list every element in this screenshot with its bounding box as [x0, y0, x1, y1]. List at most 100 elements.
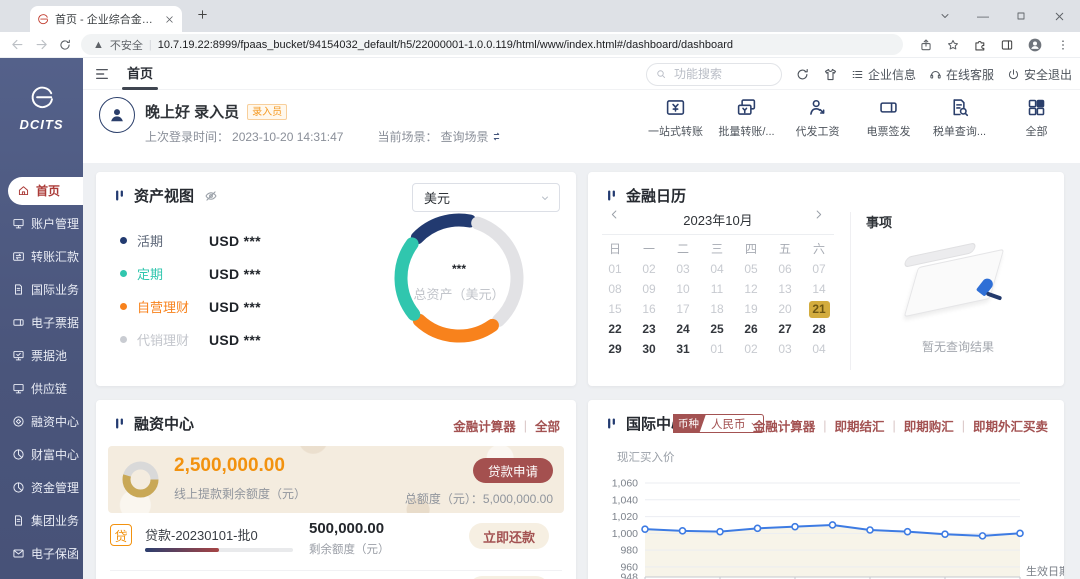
calendar-day[interactable]: 04 [710, 262, 723, 276]
side-panel-icon[interactable] [1000, 38, 1014, 52]
window-minimize-button[interactable]: — [972, 9, 994, 23]
calendar-day[interactable]: 30 [642, 342, 655, 356]
window-restore-button[interactable] [1010, 10, 1032, 22]
page-tab-home[interactable]: 首页 [127, 58, 153, 90]
calendar-day[interactable]: 19 [744, 302, 757, 316]
sidebar-item-电子票据[interactable]: 电子票据 [0, 306, 83, 339]
calendar-day[interactable]: 22 [608, 322, 621, 336]
calendar-day[interactable]: 13 [778, 282, 791, 296]
collapse-menu-icon[interactable] [94, 66, 110, 82]
search-input[interactable] [672, 66, 773, 82]
currency-type-select[interactable]: 币种 人民币 [673, 414, 764, 433]
calendar-day[interactable]: 02 [744, 342, 757, 356]
quick-action-税单查询...[interactable]: 税单查询... [924, 97, 995, 139]
international-link-即期结汇[interactable]: 即期结汇 [834, 416, 884, 435]
legend-row-代销理财[interactable]: 代销理财USD *** [120, 323, 261, 356]
sidebar-item-供应链[interactable]: 供应链 [0, 372, 83, 405]
calendar-day[interactable]: 10 [676, 282, 689, 296]
calendar-day[interactable]: 03 [778, 342, 791, 356]
calendar-day[interactable]: 11 [711, 282, 723, 296]
international-link-金融计算器[interactable]: 金融计算器 [753, 416, 816, 435]
quick-action-电票签发[interactable]: 电票签发 [853, 97, 924, 139]
window-close-button[interactable] [1048, 10, 1070, 23]
calendar-day[interactable]: 01 [608, 262, 621, 276]
calendar-day[interactable]: 12 [744, 282, 757, 296]
repay-now-button[interactable]: 立即还款 [469, 523, 549, 549]
calendar-day[interactable]: 07 [812, 262, 825, 276]
switch-scene-icon[interactable] [491, 131, 502, 142]
calendar-day[interactable]: 09 [642, 282, 655, 296]
hide-amounts-eye-icon[interactable] [204, 189, 218, 203]
function-search[interactable] [646, 63, 782, 86]
calendar-day[interactable]: 17 [676, 302, 689, 316]
sidebar-item-首页[interactable]: 首页 [8, 177, 83, 205]
events-title: 事项 [866, 212, 892, 231]
back-button[interactable] [10, 37, 25, 52]
legend-label: 定期 [137, 264, 199, 283]
financing-link-全部[interactable]: 全部 [535, 416, 560, 435]
calendar-day-today[interactable]: 21 [809, 301, 830, 318]
calendar-day[interactable]: 04 [812, 342, 825, 356]
browser-tab[interactable]: 首页 - 企业综合金融服务平台 [30, 6, 182, 32]
sidebar-item-资金管理[interactable]: 资金管理 [0, 471, 83, 504]
new-tab-button[interactable] [196, 8, 209, 21]
theme-skin-icon[interactable] [823, 67, 838, 82]
browser-profile-avatar[interactable] [1027, 37, 1043, 53]
topbar-link-在线客服[interactable]: 在线客服 [929, 66, 994, 83]
share-icon[interactable] [919, 38, 933, 52]
sidebar-item-财富中心[interactable]: 财富中心 [0, 438, 83, 471]
quick-action-代发工资[interactable]: 代发工资 [782, 97, 853, 139]
calendar-day[interactable]: 08 [608, 282, 621, 296]
quick-action-批量转账/...[interactable]: 批量转账/... [711, 97, 782, 139]
topbar-link-安全退出[interactable]: 安全退出 [1007, 66, 1072, 83]
legend-row-定期[interactable]: 定期USD *** [120, 257, 261, 290]
user-avatar[interactable] [99, 97, 135, 133]
sidebar-item-国际业务[interactable]: 国际业务 [0, 273, 83, 306]
sidebar-item-电子保函[interactable]: 电子保函 [0, 537, 83, 570]
calendar-day[interactable]: 03 [676, 262, 689, 276]
calendar-day[interactable]: 15 [608, 302, 621, 316]
international-link-即期购汇[interactable]: 即期购汇 [904, 416, 954, 435]
financing-link-金融计算器[interactable]: 金融计算器 [453, 416, 516, 435]
extensions-icon[interactable] [973, 38, 987, 52]
bookmark-star-icon[interactable] [946, 38, 960, 52]
calendar-day[interactable]: 31 [676, 342, 689, 356]
calendar-day[interactable]: 29 [608, 342, 621, 356]
calendar-day[interactable]: 20 [778, 302, 791, 316]
url-bar[interactable]: ▲ 不安全 | 10.7.19.22:8999/fpaas_bucket/941… [81, 34, 903, 55]
sidebar-item-融资中心[interactable]: 融资中心 [0, 405, 83, 438]
window-menu-icon[interactable] [934, 10, 956, 22]
calendar-day[interactable]: 23 [642, 322, 655, 336]
sidebar-item-票据池[interactable]: 票据池 [0, 339, 83, 372]
international-link-即期外汇买卖[interactable]: 即期外汇买卖 [973, 416, 1048, 435]
legend-row-自营理财[interactable]: 自营理财USD *** [120, 290, 261, 323]
donut-segment-活期 [386, 205, 532, 351]
quick-action-全部[interactable]: 全部 [1001, 97, 1072, 139]
legend-row-活期[interactable]: 活期USD *** [120, 224, 261, 257]
calendar-day[interactable]: 16 [642, 302, 655, 316]
calendar-day[interactable]: 14 [812, 282, 825, 296]
forward-button[interactable] [34, 37, 49, 52]
calendar-day[interactable]: 05 [744, 262, 757, 276]
tab-close-icon[interactable] [164, 14, 175, 25]
calendar-day[interactable]: 06 [778, 262, 791, 276]
reload-button[interactable] [58, 38, 72, 52]
quick-action-一站式转账[interactable]: 一站式转账 [640, 97, 711, 139]
calendar-day[interactable]: 18 [710, 302, 723, 316]
sidebar-item-集团业务[interactable]: 集团业务 [0, 504, 83, 537]
calendar-day[interactable]: 24 [676, 322, 689, 336]
calendar-day[interactable]: 25 [710, 322, 723, 336]
calendar-day[interactable]: 02 [642, 262, 655, 276]
browser-menu-icon[interactable] [1056, 38, 1070, 52]
calendar-next-icon[interactable] [812, 208, 825, 221]
refresh-icon[interactable] [795, 67, 810, 82]
calendar-day[interactable]: 28 [812, 322, 825, 336]
loan-apply-button[interactable]: 贷款申请 [473, 458, 553, 483]
calendar-day[interactable]: 01 [710, 342, 723, 356]
calendar-day[interactable]: 26 [744, 322, 757, 336]
topbar-link-企业信息[interactable]: 企业信息 [851, 66, 916, 83]
sidebar-item-账户管理[interactable]: 账户管理 [0, 207, 83, 240]
calendar-prev-icon[interactable] [608, 208, 621, 221]
sidebar-item-转账汇款[interactable]: 转账汇款 [0, 240, 83, 273]
calendar-day[interactable]: 27 [778, 322, 791, 336]
